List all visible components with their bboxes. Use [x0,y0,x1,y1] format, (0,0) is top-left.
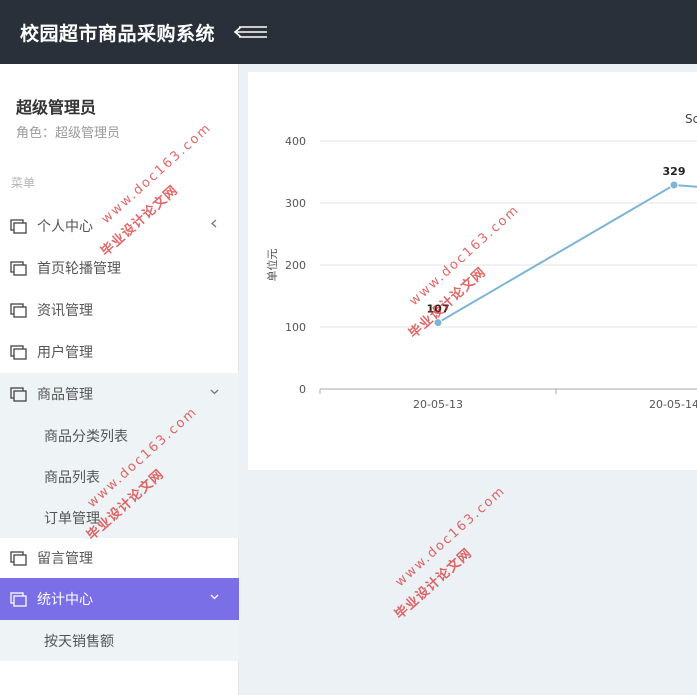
menu-icon [10,386,27,402]
sidebar-item-statistics[interactable]: 统计中心 [0,578,239,620]
data-label: 329 [663,165,686,178]
sidebar: 超级管理员 角色：超级管理员 菜单 个人中心 首页轮播管理 资讯管理 用户管理 … [0,64,239,695]
menu-icon [10,591,27,607]
sub-item-orders[interactable]: 订单管理 [0,497,239,538]
menu-icon [10,344,27,360]
chevron-left-icon [211,219,217,228]
data-point [433,318,443,328]
sidebar-item-label: 留言管理 [37,551,93,567]
data-label: 107 [427,303,450,316]
sidebar-item-label: 统计中心 [37,592,93,608]
sidebar-item-news[interactable]: 资讯管理 [0,289,239,331]
sub-item-goods-category[interactable]: 商品分类列表 [0,415,239,456]
user-role: 角色：超级管理员 [16,126,121,141]
y-tick-label: 200 [285,259,306,272]
y-tick-label: 300 [285,197,306,210]
sub-item-goods-list[interactable]: 商品列表 [0,456,239,497]
menu-icon [10,550,27,566]
sidebar-item-messages[interactable]: 留言管理 [0,537,239,579]
watermark-text: 毕业设计论文网 [392,545,476,623]
user-name: 超级管理员 [16,98,97,117]
watermark: 毕业设计论文网 www.doc163.com [390,483,509,623]
sidebar-item-label: 商品管理 [37,387,93,403]
app-title: 校园超市商品采购系统 [20,22,216,45]
menu-header: 菜单 [11,176,36,190]
sidebar-item-users[interactable]: 用户管理 [0,331,239,373]
stats-submenu: 按天销售额 [0,620,239,661]
sidebar-item-label: 个人中心 [37,219,93,235]
top-bar: 校园超市商品采购系统 [0,0,697,64]
goods-submenu: 商品分类列表 商品列表 订单管理 [0,415,239,538]
chevron-down-icon [210,594,219,600]
y-tick-label: 100 [285,321,306,334]
sidebar-item-personal-center[interactable]: 个人中心 [0,205,239,247]
data-point [669,180,679,190]
x-tick-label: 20-05-14 [649,398,697,411]
watermark-url: www.doc163.com [392,483,509,591]
y-axis-label: 单位元 [265,249,279,282]
sidebar-item-goods[interactable]: 商品管理 [0,373,239,415]
sidebar-item-label: 首页轮播管理 [37,261,121,277]
sidebar-item-label: 用户管理 [37,345,93,361]
chart-card: Sc 400 300 200 100 0 20-05-13 20-05-14 单位元 107 32… [248,72,697,470]
sub-item-daily-sales[interactable]: 按天销售额 [0,620,239,661]
sidebar-item-carousel[interactable]: 首页轮播管理 [0,247,239,289]
series-line [437,183,697,324]
menu-icon [10,260,27,276]
x-tick-label: 20-05-13 [413,398,463,411]
menu-icon [10,302,27,318]
chevron-down-icon [210,389,219,395]
sales-line-chart: 400 300 200 100 0 20-05-13 20-05-14 单位元 107 329 [265,135,697,411]
menu-icon [10,218,27,234]
sidebar-item-label: 资讯管理 [37,303,93,319]
menu-collapse-icon[interactable] [233,21,269,43]
y-tick-label: 400 [285,135,306,148]
y-tick-label: 0 [299,383,306,396]
